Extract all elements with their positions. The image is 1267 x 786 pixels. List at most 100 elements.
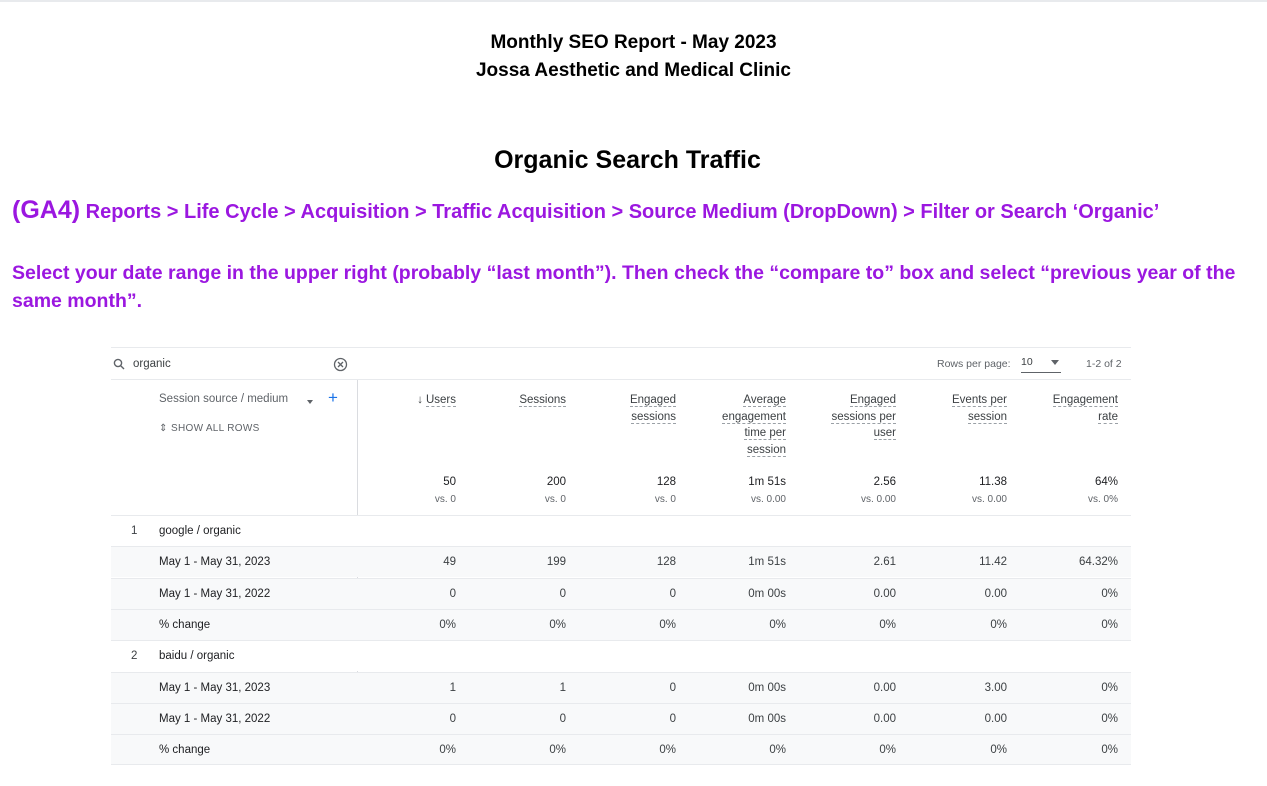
table-row[interactable]: % change 0% 0% 0% 0% 0% 0% 0%	[111, 734, 1131, 765]
table-cell: 0%	[1101, 588, 1118, 600]
ga4-tag: (GA4)	[12, 196, 81, 224]
table-cell: 0	[559, 588, 566, 600]
row-number: 2	[131, 650, 138, 662]
column-total: 128	[656, 476, 676, 488]
table-cell: 1m 51s	[748, 556, 786, 568]
table-cell: 0.00	[984, 713, 1007, 725]
table-row[interactable]: May 1 - May 31, 2022 0 0 0 0m 00s 0.00 0.00 0%	[111, 578, 1131, 609]
column-total: 50	[443, 476, 456, 488]
search-input[interactable]: organic	[133, 358, 171, 370]
table-cell: 49	[443, 556, 456, 568]
column-header-label: sessions per	[831, 410, 896, 424]
table-row[interactable]: % change 0% 0% 0% 0% 0% 0% 0%	[111, 609, 1131, 640]
column-header-label: session	[968, 410, 1007, 424]
expand-icon: ⇕	[159, 423, 168, 434]
table-cell: 0.00	[873, 588, 896, 600]
table-row[interactable]: May 1 - May 31, 2023 1 1 0 0m 00s 0.00 3.00 0%	[111, 672, 1131, 703]
search-icon	[113, 358, 125, 370]
column-header[interactable]: Sessions	[456, 392, 566, 409]
column-header[interactable]: Engaged sessions per user	[786, 392, 896, 442]
table-group-row[interactable]: 1 google / organic	[111, 515, 1131, 546]
table-cell: 0%	[439, 619, 456, 631]
table-cell: 0%	[659, 619, 676, 631]
dimension-selector[interactable]: Session source / medium	[159, 393, 288, 405]
table-cell: 0%	[549, 744, 566, 756]
show-all-rows-button[interactable]: ⇕ SHOW ALL ROWS	[159, 423, 260, 434]
add-dimension-button[interactable]: +	[328, 389, 338, 406]
column-header-label: rate	[1098, 410, 1118, 424]
traffic-acquisition-table: organic Rows per page: 10 1-2 of 2 Sessi…	[111, 347, 1131, 765]
table-row[interactable]: May 1 - May 31, 2023 49 199 128 1m 51s 2.61 11…	[111, 546, 1131, 577]
table-group-row[interactable]: 2 baidu / organic	[111, 640, 1131, 671]
row-label: google / organic	[159, 525, 241, 537]
table-cell: 0%	[1101, 682, 1118, 694]
table-cell: 0.00	[873, 713, 896, 725]
table-cell: 128	[656, 556, 676, 568]
path-text: Reports > Life Cycle > Acquisition > Tra…	[85, 201, 1160, 223]
column-header-label: Average	[743, 394, 786, 407]
table-cell: 0%	[1101, 713, 1118, 725]
row-label: May 1 - May 31, 2022	[159, 588, 271, 600]
client-name: Jossa Aesthetic and Medical Clinic	[475, 60, 791, 81]
column-total-comparison: vs. 0	[654, 494, 676, 505]
section-title: Organic Search Traffic	[494, 146, 761, 174]
table-cell: 2.61	[873, 556, 896, 568]
table-cell: 1	[449, 682, 456, 694]
dimension-caret-icon[interactable]	[307, 400, 313, 404]
column-header[interactable]: Events per session	[897, 392, 1007, 425]
table-cell: 0.00	[873, 682, 896, 694]
table-cell: 1	[559, 682, 566, 694]
table-cell: 0%	[659, 744, 676, 756]
table-cell: 0%	[879, 619, 896, 631]
table-cell: 3.00	[984, 682, 1007, 694]
table-cell: 0%	[990, 744, 1007, 756]
table-cell: 0m 00s	[748, 588, 786, 600]
table-cell: 0	[669, 713, 676, 725]
table-cell: 0%	[1101, 619, 1118, 631]
column-total-comparison: vs. 0%	[1087, 494, 1118, 505]
table-cell: 0	[669, 588, 676, 600]
column-header-label: Sessions	[519, 394, 566, 407]
table-cell: 0	[449, 713, 456, 725]
table-toolbar: organic Rows per page: 10 1-2 of 2	[111, 347, 1131, 380]
row-number: 1	[131, 525, 138, 537]
column-total-comparison: vs. 0	[544, 494, 566, 505]
top-border	[0, 0, 1267, 2]
column-header-label: user	[873, 427, 896, 440]
instructions: Select your date range in the upper righ…	[12, 262, 1236, 312]
table-cell: 0m 00s	[748, 713, 786, 725]
table-cell: 0	[449, 588, 456, 600]
clear-search-icon[interactable]	[333, 357, 348, 372]
column-header[interactable]: ↓ Users	[346, 392, 456, 409]
row-label: May 1 - May 31, 2023	[159, 556, 271, 568]
column-header-label: Users	[425, 394, 456, 407]
column-total-comparison: vs. 0.00	[971, 494, 1007, 505]
table-cell: 199	[546, 556, 566, 568]
navigation-path: (GA4) Reports > Life Cycle > Acquisition…	[12, 196, 1159, 225]
column-header[interactable]: Engagement rate	[1008, 392, 1118, 425]
pagination-info: 1-2 of 2	[1086, 358, 1122, 370]
column-total-comparison: vs. 0.00	[860, 494, 896, 505]
show-all-rows-label: SHOW ALL ROWS	[171, 423, 260, 434]
column-header[interactable]: Average engagement time per session	[676, 392, 786, 458]
column-header-label: time per	[744, 427, 786, 440]
rows-per-page-label: Rows per page:	[937, 358, 1011, 370]
table-cell: 0%	[879, 744, 896, 756]
column-header-label: Engagement	[1052, 394, 1118, 407]
table-cell: 0%	[549, 619, 566, 631]
table-cell: 0.00	[984, 588, 1007, 600]
dropdown-caret-icon	[1051, 360, 1059, 365]
column-header-label: Engaged	[849, 394, 896, 407]
row-label: % change	[159, 619, 211, 631]
table-cell: 0%	[1101, 744, 1118, 756]
column-header[interactable]: Engaged sessions	[566, 392, 676, 425]
column-total: 2.56	[873, 476, 896, 488]
row-label: % change	[159, 744, 211, 756]
table-cell: 0	[669, 682, 676, 694]
column-header-label: sessions	[631, 410, 676, 424]
row-label: baidu / organic	[159, 650, 235, 662]
column-header-label: Events per	[952, 394, 1007, 407]
column-total-comparison: vs. 0.00	[750, 494, 786, 505]
rows-per-page-select[interactable]: 10	[1021, 354, 1061, 373]
table-row[interactable]: May 1 - May 31, 2022 0 0 0 0m 00s 0.00 0.00 0%	[111, 703, 1131, 734]
